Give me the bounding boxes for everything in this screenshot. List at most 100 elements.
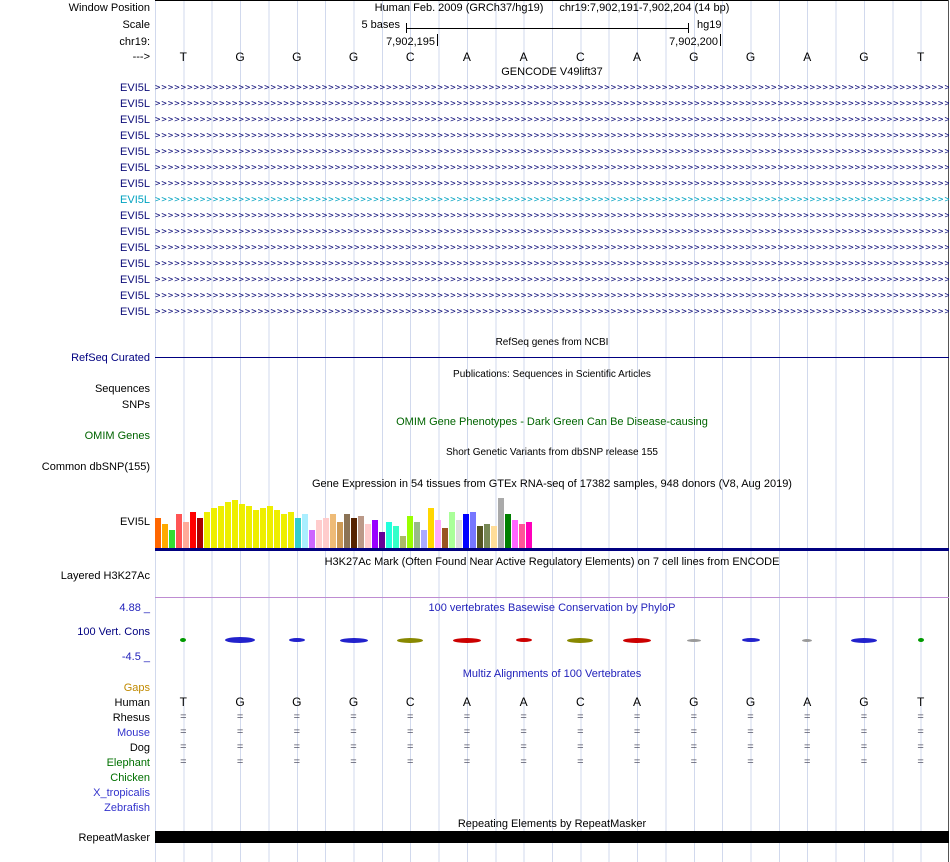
gene-label-evi5l: EVI5L — [120, 258, 150, 270]
multiz-row-human[interactable]: TGGGCAACAGGAGT — [155, 695, 949, 710]
alignment-base: G — [235, 695, 245, 709]
gene-model-row[interactable]: >>>>>>>>>>>>>>>>>>>>>>>>>>>>>>>>>>>>>>>>… — [155, 160, 949, 176]
gene-model-row[interactable]: >>>>>>>>>>>>>>>>>>>>>>>>>>>>>>>>>>>>>>>>… — [155, 96, 949, 112]
repeatmasker-title: Repeating Elements by RepeatMasker — [457, 818, 647, 830]
gtex-bar[interactable] — [498, 498, 504, 548]
gtex-bar[interactable] — [274, 510, 280, 548]
gene-model-row[interactable]: >>>>>>>>>>>>>>>>>>>>>>>>>>>>>>>>>>>>>>>>… — [155, 208, 949, 224]
gtex-bar[interactable] — [358, 516, 364, 548]
repeatmasker-bar[interactable] — [155, 831, 949, 843]
gtex-bar[interactable] — [344, 514, 350, 548]
gtex-bar[interactable] — [225, 502, 231, 548]
gene-model-row[interactable]: >>>>>>>>>>>>>>>>>>>>>>>>>>>>>>>>>>>>>>>>… — [155, 112, 949, 128]
gtex-bar[interactable] — [260, 508, 266, 548]
ruler-base: G — [348, 50, 359, 64]
gtex-bar[interactable] — [176, 514, 182, 548]
alignment-match: = — [633, 726, 641, 738]
gtex-bar[interactable] — [330, 514, 336, 548]
ruler-base: G — [689, 50, 699, 64]
snps-label: SNPs — [121, 399, 150, 411]
phylop-wiggle[interactable] — [155, 630, 949, 650]
multiz-row-dog[interactable]: = = = = = = = = = = = = = = — [155, 740, 949, 755]
gtex-bar[interactable] — [386, 522, 392, 548]
gtex-bar[interactable] — [197, 518, 203, 548]
gtex-bar[interactable] — [183, 522, 189, 548]
gtex-bar[interactable] — [309, 530, 315, 548]
gtex-bar[interactable] — [232, 500, 238, 548]
gtex-bar[interactable] — [400, 536, 406, 548]
gtex-title: Gene Expression in 54 tissues from GTEx … — [312, 478, 792, 490]
gtex-bar[interactable] — [302, 514, 308, 548]
gtex-bar[interactable] — [428, 508, 434, 548]
gtex-bar[interactable] — [407, 516, 413, 548]
refseq-title: RefSeq genes from NCBI — [495, 337, 609, 348]
gtex-bar[interactable] — [519, 524, 525, 548]
gtex-bar[interactable] — [421, 530, 427, 548]
gene-model-row[interactable]: >>>>>>>>>>>>>>>>>>>>>>>>>>>>>>>>>>>>>>>>… — [155, 256, 949, 272]
gene-model-row[interactable]: >>>>>>>>>>>>>>>>>>>>>>>>>>>>>>>>>>>>>>>>… — [155, 128, 949, 144]
gtex-bar[interactable] — [442, 528, 448, 548]
gtex-bar[interactable] — [295, 518, 301, 548]
gtex-bar[interactable] — [323, 518, 329, 548]
gtex-bar[interactable] — [316, 520, 322, 548]
gtex-bar[interactable] — [463, 514, 469, 548]
multiz-row-mouse[interactable]: = = = = = = = = = = = = = = — [155, 725, 949, 740]
gene-label-evi5l: EVI5L — [120, 210, 150, 222]
gtex-bar[interactable] — [190, 512, 196, 548]
gtex-bar[interactable] — [470, 512, 476, 548]
gtex-gene-line[interactable] — [155, 548, 949, 551]
alignment-base: T — [916, 695, 925, 709]
gtex-bar[interactable] — [365, 524, 371, 548]
gtex-bar[interactable] — [393, 526, 399, 548]
gtex-bar[interactable] — [253, 510, 259, 548]
gtex-bar[interactable] — [484, 524, 490, 548]
alignment-match: = — [747, 726, 754, 738]
gtex-bar[interactable] — [337, 522, 343, 548]
gtex-bar[interactable] — [372, 520, 378, 548]
gtex-bar[interactable] — [351, 518, 357, 548]
alignment-match: = — [350, 756, 357, 768]
gene-label-evi5l: EVI5L — [120, 162, 150, 174]
gtex-bar[interactable] — [155, 518, 161, 548]
gene-model-row[interactable]: >>>>>>>>>>>>>>>>>>>>>>>>>>>>>>>>>>>>>>>>… — [155, 192, 949, 208]
gtex-bar[interactable] — [491, 526, 497, 548]
publications-title: Publications: Sequences in Scientific Ar… — [453, 369, 651, 380]
phylop-mark — [741, 638, 760, 642]
multiz-row-elephant[interactable]: = = = = = = = = = = = = = = — [155, 755, 949, 770]
gene-model-row[interactable]: >>>>>>>>>>>>>>>>>>>>>>>>>>>>>>>>>>>>>>>>… — [155, 144, 949, 160]
gtex-bar[interactable] — [477, 526, 483, 548]
gtex-bar[interactable] — [288, 512, 294, 548]
gtex-bar[interactable] — [239, 504, 245, 548]
gene-model-row[interactable]: >>>>>>>>>>>>>>>>>>>>>>>>>>>>>>>>>>>>>>>>… — [155, 80, 949, 96]
gtex-bar[interactable] — [218, 506, 224, 548]
gtex-bar[interactable] — [204, 512, 210, 548]
h3k27ac-signal-line[interactable] — [155, 597, 949, 598]
gtex-bar[interactable] — [505, 514, 511, 548]
gtex-bar[interactable] — [281, 514, 287, 548]
gtex-bar[interactable] — [162, 524, 168, 548]
gtex-bar[interactable] — [379, 532, 385, 548]
gtex-bar[interactable] — [526, 522, 532, 548]
ruler-base: T — [916, 50, 925, 64]
gtex-bar[interactable] — [512, 520, 518, 548]
gtex-bar[interactable] — [169, 530, 175, 548]
refseq-gene-line[interactable] — [155, 357, 949, 358]
phylop-mark — [452, 637, 481, 643]
gtex-bar[interactable] — [449, 512, 455, 548]
gtex-bar-chart[interactable] — [155, 498, 949, 548]
alignment-base: G — [689, 695, 699, 709]
gtex-bar[interactable] — [246, 506, 252, 548]
gtex-bar[interactable] — [435, 520, 441, 548]
gtex-bar[interactable] — [211, 508, 217, 548]
multiz-row-rhesus[interactable]: = = = = = = = = = = = = = = — [155, 710, 949, 725]
gtex-bar[interactable] — [267, 506, 273, 548]
gene-model-row[interactable]: >>>>>>>>>>>>>>>>>>>>>>>>>>>>>>>>>>>>>>>>… — [155, 240, 949, 256]
gene-model-row[interactable]: >>>>>>>>>>>>>>>>>>>>>>>>>>>>>>>>>>>>>>>>… — [155, 176, 949, 192]
gene-model-row[interactable]: >>>>>>>>>>>>>>>>>>>>>>>>>>>>>>>>>>>>>>>>… — [155, 288, 949, 304]
gene-model-row[interactable]: >>>>>>>>>>>>>>>>>>>>>>>>>>>>>>>>>>>>>>>>… — [155, 304, 949, 320]
gtex-bar[interactable] — [456, 520, 462, 548]
gene-model-row[interactable]: >>>>>>>>>>>>>>>>>>>>>>>>>>>>>>>>>>>>>>>>… — [155, 272, 949, 288]
gene-model-row[interactable]: >>>>>>>>>>>>>>>>>>>>>>>>>>>>>>>>>>>>>>>>… — [155, 224, 949, 240]
alignment-match: = — [520, 756, 527, 768]
gtex-bar[interactable] — [414, 522, 420, 548]
